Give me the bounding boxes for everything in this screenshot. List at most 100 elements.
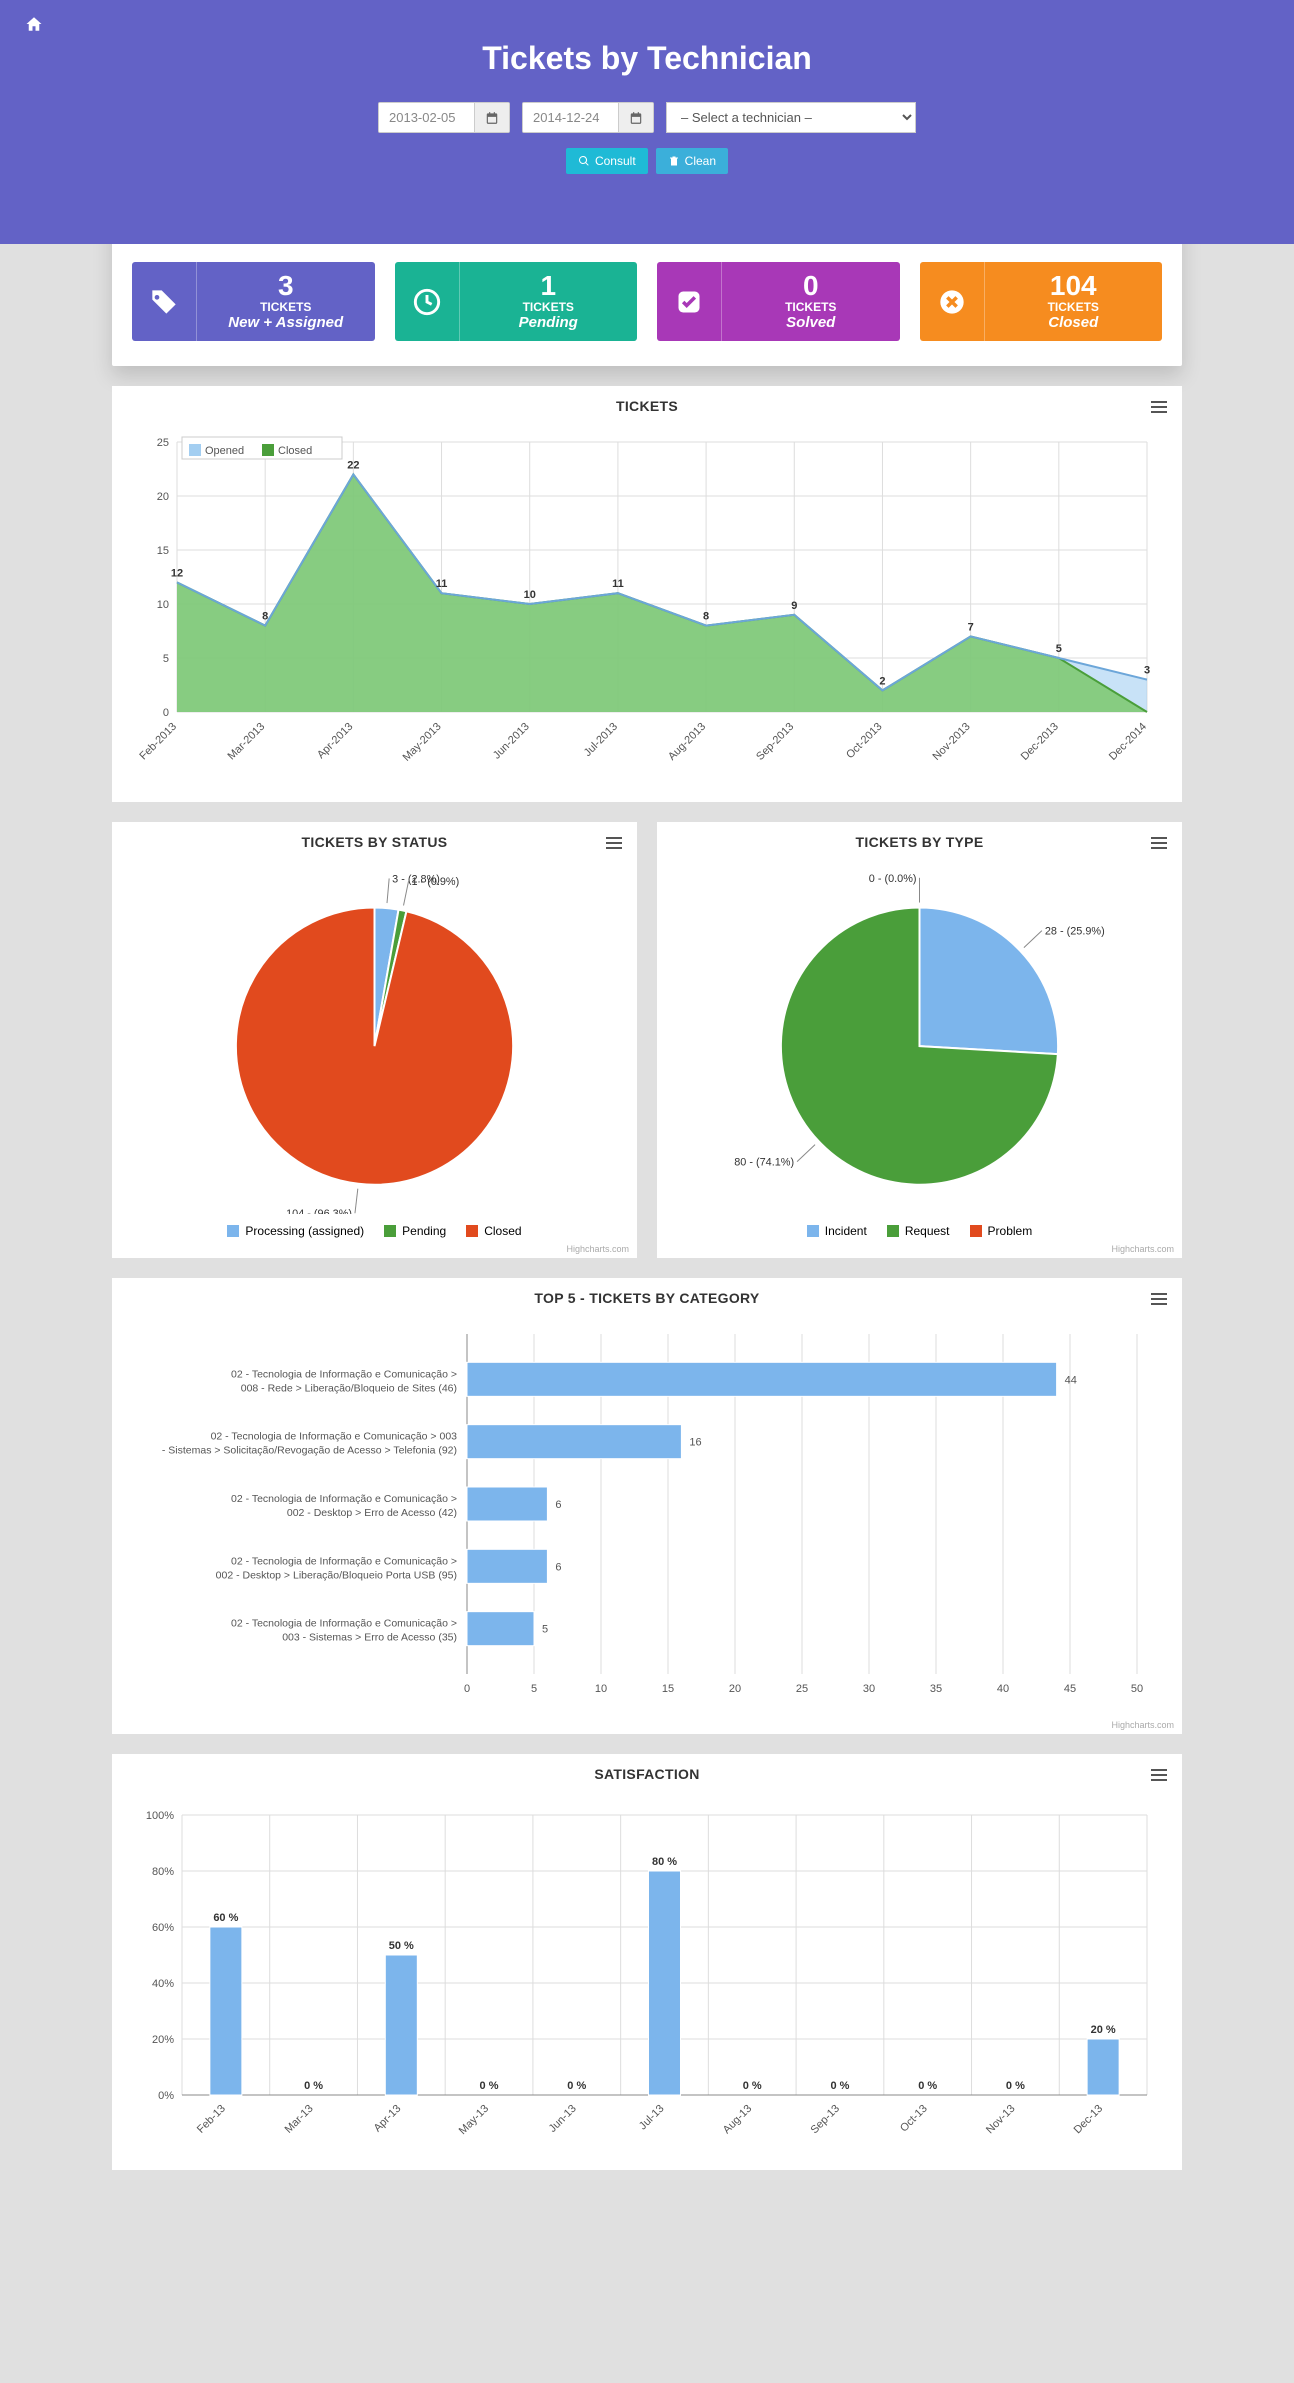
svg-text:100%: 100% <box>146 1810 174 1822</box>
page-title: Tickets by Technician <box>0 40 1294 77</box>
svg-text:8: 8 <box>703 611 709 623</box>
date-from-input[interactable] <box>379 103 474 132</box>
type-chart-panel: TICKETS BY TYPE 28 - (25.9%)80 - (74.1%)… <box>657 822 1182 1258</box>
svg-text:0 %: 0 % <box>1006 2080 1025 2092</box>
svg-text:40: 40 <box>997 1683 1009 1695</box>
svg-text:20%: 20% <box>152 2034 174 2046</box>
svg-text:003 - Sistemas > Erro de Acess: 003 - Sistemas > Erro de Acesso (35) <box>282 1632 457 1644</box>
svg-text:Opened: Opened <box>205 445 244 457</box>
chart-menu-icon[interactable] <box>606 834 622 852</box>
svg-text:25: 25 <box>157 437 169 449</box>
svg-text:12: 12 <box>171 567 183 579</box>
svg-text:Sep-2013: Sep-2013 <box>754 721 796 763</box>
chart-menu-icon[interactable] <box>1151 398 1167 416</box>
close-circle-icon <box>920 262 985 341</box>
svg-text:45: 45 <box>1064 1683 1076 1695</box>
svg-text:002 - Desktop > Erro de Acesso: 002 - Desktop > Erro de Acesso (42) <box>287 1507 457 1519</box>
svg-text:- Sistemas > Solicitação/Revog: - Sistemas > Solicitação/Revogação de Ac… <box>162 1445 457 1457</box>
svg-text:02 - Tecnologia de Informação: 02 - Tecnologia de Informação e Comunica… <box>231 1556 457 1568</box>
date-to-input[interactable] <box>523 103 618 132</box>
svg-text:0 %: 0 % <box>480 2080 499 2092</box>
svg-text:5: 5 <box>1056 643 1062 655</box>
svg-text:60 %: 60 % <box>213 1912 238 1924</box>
svg-text:0 %: 0 % <box>918 2080 937 2092</box>
svg-text:Aug-2013: Aug-2013 <box>666 721 708 763</box>
svg-text:1 - (0.9%): 1 - (0.9%) <box>411 876 459 888</box>
svg-text:10: 10 <box>524 589 536 601</box>
svg-text:40%: 40% <box>152 1978 174 1990</box>
svg-text:6: 6 <box>555 1499 561 1511</box>
svg-text:80 %: 80 % <box>652 1856 677 1868</box>
tickets-chart-panel: TICKETS 051015202512822111011892753Feb-2… <box>112 386 1182 802</box>
tickets-area-chart: 051015202512822111011892753Feb-2013Mar-2… <box>127 422 1167 782</box>
svg-text:Mar-13: Mar-13 <box>283 2103 316 2136</box>
svg-text:0%: 0% <box>158 2090 174 2102</box>
svg-text:15: 15 <box>157 545 169 557</box>
svg-text:Jun-13: Jun-13 <box>547 2103 579 2135</box>
svg-text:20: 20 <box>729 1683 741 1695</box>
svg-text:02 - Tecnologia de Informação: 02 - Tecnologia de Informação e Comunica… <box>231 1369 457 1381</box>
svg-text:25: 25 <box>796 1683 808 1695</box>
svg-text:5: 5 <box>531 1683 537 1695</box>
svg-text:02 - Tecnologia de Informação: 02 - Tecnologia de Informação e Comunica… <box>211 1431 458 1443</box>
stat-closed[interactable]: 104 TICKETS Closed <box>920 262 1163 341</box>
chart-menu-icon[interactable] <box>1151 834 1167 852</box>
svg-text:6: 6 <box>555 1562 561 1574</box>
svg-text:20 %: 20 % <box>1091 2024 1116 2036</box>
svg-text:28 - (25.9%): 28 - (25.9%) <box>1045 926 1105 938</box>
svg-text:2: 2 <box>879 675 885 687</box>
svg-text:Oct-2013: Oct-2013 <box>844 721 884 761</box>
svg-text:15: 15 <box>662 1683 674 1695</box>
svg-text:02 - Tecnologia de Informação: 02 - Tecnologia de Informação e Comunica… <box>231 1493 457 1505</box>
status-pie-chart: 3 - (2.8%)1 - (0.9%)104 - (96.3%) <box>127 858 622 1214</box>
stat-pending[interactable]: 1 TICKETS Pending <box>395 262 638 341</box>
svg-text:Oct-13: Oct-13 <box>898 2103 930 2135</box>
svg-text:5: 5 <box>542 1624 548 1636</box>
date-from-group <box>378 102 510 133</box>
svg-text:30: 30 <box>863 1683 875 1695</box>
technician-select[interactable]: – Select a technician – <box>666 102 916 133</box>
svg-text:0: 0 <box>464 1683 470 1695</box>
svg-text:May-2013: May-2013 <box>401 721 444 764</box>
svg-text:5: 5 <box>163 653 169 665</box>
satisfaction-bar-chart: 0%20%40%60%80%100%60 %Feb-130 %Mar-1350 … <box>127 1790 1167 2150</box>
svg-text:Dec-13: Dec-13 <box>1072 2103 1106 2137</box>
svg-text:0 %: 0 % <box>567 2080 586 2092</box>
svg-text:11: 11 <box>612 578 624 590</box>
svg-text:20: 20 <box>157 491 169 503</box>
svg-text:Nov-2013: Nov-2013 <box>931 721 973 763</box>
search-icon <box>578 155 590 167</box>
svg-text:8: 8 <box>262 611 268 623</box>
svg-text:0: 0 <box>163 707 169 719</box>
svg-text:80%: 80% <box>152 1866 174 1878</box>
svg-text:60%: 60% <box>152 1922 174 1934</box>
svg-text:Apr-2013: Apr-2013 <box>315 721 355 761</box>
svg-text:50 %: 50 % <box>389 1940 414 1952</box>
svg-text:02 - Tecnologia de Informação: 02 - Tecnologia de Informação e Comunica… <box>231 1618 457 1630</box>
svg-text:Aug-13: Aug-13 <box>721 2103 755 2137</box>
svg-text:Dec-2013: Dec-2013 <box>1019 721 1061 763</box>
svg-text:0 %: 0 % <box>304 2080 323 2092</box>
svg-text:50: 50 <box>1131 1683 1143 1695</box>
svg-text:10: 10 <box>595 1683 607 1695</box>
check-icon <box>657 262 722 341</box>
svg-text:9: 9 <box>791 600 797 612</box>
chart-menu-icon[interactable] <box>1151 1766 1167 1784</box>
date-to-calendar-icon[interactable] <box>618 103 653 132</box>
home-icon[interactable] <box>25 15 43 33</box>
svg-text:104 - (96.3%): 104 - (96.3%) <box>286 1208 352 1214</box>
stat-solved[interactable]: 0 TICKETS Solved <box>657 262 900 341</box>
date-from-calendar-icon[interactable] <box>474 103 509 132</box>
clean-button[interactable]: Clean <box>656 148 728 174</box>
svg-text:Dec-2014: Dec-2014 <box>1107 721 1149 763</box>
chart-menu-icon[interactable] <box>1151 1290 1167 1308</box>
svg-text:002 - Desktop > Liberação/Bloq: 002 - Desktop > Liberação/Bloqueio Porta… <box>216 1570 457 1582</box>
category-bar-chart: 051015202530354045504402 - Tecnologia de… <box>127 1314 1167 1714</box>
stat-new-assigned[interactable]: 3 TICKETS New + Assigned <box>132 262 375 341</box>
consult-button[interactable]: Consult <box>566 148 648 174</box>
svg-text:Nov-13: Nov-13 <box>984 2103 1018 2137</box>
type-pie-chart: 28 - (25.9%)80 - (74.1%)0 - (0.0%) <box>672 858 1167 1214</box>
trash-icon <box>668 155 680 167</box>
status-chart-panel: TICKETS BY STATUS 3 - (2.8%)1 - (0.9%)10… <box>112 822 637 1258</box>
svg-text:16: 16 <box>689 1437 701 1449</box>
